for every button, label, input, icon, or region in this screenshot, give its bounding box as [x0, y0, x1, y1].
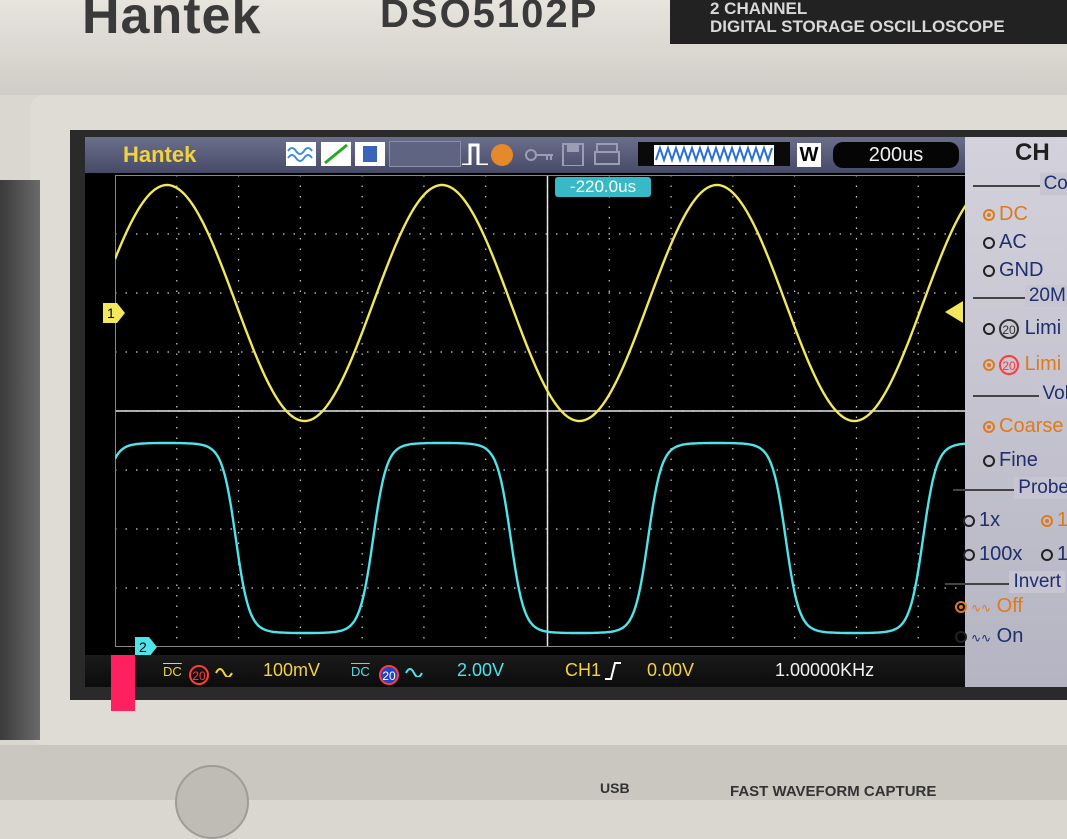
vector-icon	[321, 142, 351, 166]
menu-title: CH	[1015, 139, 1050, 166]
device-label-line1: 2 CHANNEL	[710, 0, 808, 18]
waveform-plot	[115, 175, 980, 647]
bandwidth-off-option[interactable]: 20 Limi	[983, 317, 1061, 340]
trigger-source: CH1	[565, 660, 602, 680]
device-brand: Hantek	[82, 0, 262, 45]
ch1-scale: 100mV	[263, 660, 321, 680]
ch1-ac-icon	[215, 668, 233, 677]
ch2-scale: 2.00V	[457, 660, 505, 680]
memory-depth-icon	[638, 142, 790, 166]
lcd-screen: Hantek W 200us -220.0us 1 2 DC 20 100mV …	[85, 137, 1067, 687]
channel-menu: CH Coup DC AC GND 20MHz 20 Limi 20 Limi …	[945, 137, 1067, 687]
ch2-marker-label: 2	[139, 639, 147, 655]
trigger-level-marker[interactable]	[945, 301, 963, 323]
frequency-readout: 1.00000KHz	[775, 660, 875, 680]
screen-top-bar: Hantek W 200us	[85, 137, 1067, 173]
save-icon	[562, 143, 584, 166]
screen-brand: Hantek	[123, 142, 197, 167]
probe-10x-option[interactable]: 1	[1041, 509, 1067, 532]
ch2-ac-icon	[405, 668, 423, 677]
run-status-icon	[491, 144, 513, 166]
usb-label: USB	[600, 780, 630, 796]
printer-icon	[594, 143, 620, 165]
trigger-edge-icon	[462, 143, 488, 165]
invert-section: Invert ∿∿ Off ∿∿ On	[945, 571, 1065, 675]
waveform-icon	[286, 142, 316, 166]
volts-title: Volts/	[1038, 383, 1067, 405]
power-knob[interactable]	[175, 765, 249, 839]
ch1-marker[interactable]: 1	[103, 303, 125, 323]
trigger-level: 0.00V	[647, 660, 695, 680]
ch2-marker[interactable]: 2	[135, 637, 157, 657]
ch1-marker-label: 1	[107, 305, 115, 321]
rising-edge-icon	[605, 662, 621, 680]
probe-100x-option[interactable]: 100x	[963, 543, 1022, 566]
probe-section: Probe 1x 1 100x 10	[953, 477, 1067, 581]
coupling-ac-option[interactable]: AC	[983, 231, 1027, 254]
ch1-coupling: DC	[163, 664, 182, 679]
volts-coarse-option[interactable]: Coarse	[983, 415, 1063, 438]
status-bar: DC 20 100mV DC 20 2.00V CH1 0.00V 1.0000…	[85, 655, 1067, 687]
device-model: DSO5102P	[380, 0, 599, 36]
coupling-section: Coup DC AC GND	[973, 173, 1067, 287]
invert-off-option[interactable]: ∿∿ Off	[955, 595, 1023, 618]
bandwidth-on-option[interactable]: 20 Limi	[983, 353, 1061, 376]
bandwidth-title: 20MHz	[1024, 285, 1067, 307]
device-side	[0, 180, 40, 740]
coupling-dc-option[interactable]: DC	[983, 203, 1028, 226]
invert-on-option[interactable]: ∿∿ On	[955, 625, 1023, 648]
probe-title: Probe	[1014, 477, 1067, 499]
invert-title: Invert	[1009, 571, 1065, 593]
bandwidth-section: 20MHz 20 Limi 20 Limi	[973, 285, 1067, 389]
key-icon	[525, 149, 553, 161]
probe-1000x-option[interactable]: 10	[1041, 543, 1067, 566]
coupling-title: Coup	[1039, 173, 1067, 195]
trigger-position-readout: -220.0us	[555, 177, 651, 197]
pink-label-sticker	[111, 655, 135, 711]
volts-section: Volts/ Coarse Fine	[973, 383, 1067, 487]
window-mode-label: W	[797, 143, 821, 167]
blank-indicator	[389, 141, 461, 167]
probe-1x-option[interactable]: 1x	[963, 509, 1000, 532]
volts-fine-option[interactable]: Fine	[983, 449, 1038, 472]
timebase-readout: 200us	[833, 142, 959, 168]
device-label-line2: DIGITAL STORAGE OSCILLOSCOPE	[710, 17, 1005, 36]
fast-capture-label: FAST WAVEFORM CAPTURE	[730, 783, 937, 800]
persist-icon	[355, 142, 385, 166]
coupling-gnd-option[interactable]: GND	[983, 259, 1043, 282]
device-label: 2 CHANNEL DIGITAL STORAGE OSCILLOSCOPE	[670, 0, 1067, 44]
ch2-coupling: DC	[351, 664, 370, 679]
